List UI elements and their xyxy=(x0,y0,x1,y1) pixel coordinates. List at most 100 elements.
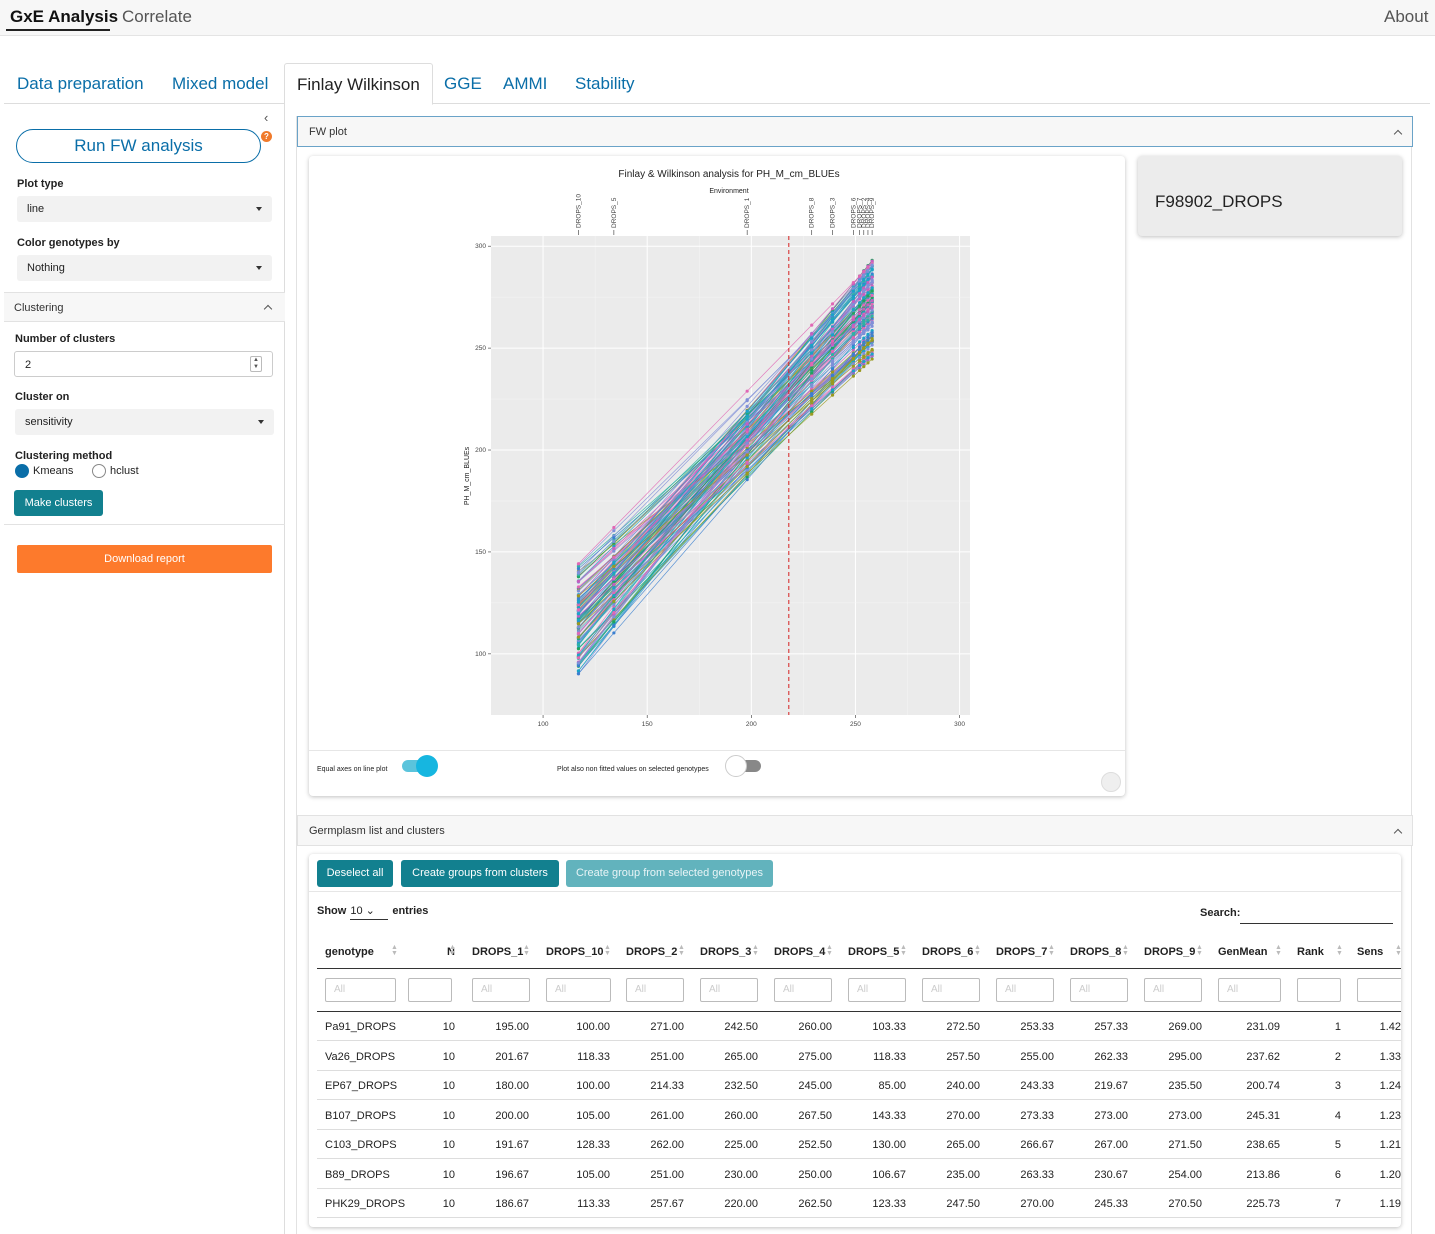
search-input[interactable] xyxy=(1240,923,1393,924)
sort-icon[interactable]: ▲ ▼ xyxy=(1122,944,1129,957)
fullscreen-icon[interactable] xyxy=(1101,772,1121,792)
radio-hclust[interactable]: hclust xyxy=(92,464,139,478)
nav-about-link[interactable]: About xyxy=(1384,7,1428,27)
column-header-drops-1[interactable]: DROPS_1 xyxy=(472,946,523,958)
tab-ammi[interactable]: AMMI xyxy=(503,74,547,94)
fw-line-chart[interactable]: Finlay & Wilkinson analysis for PH_M_cm_… xyxy=(309,156,1125,746)
sort-icon[interactable]: ▲ ▼ xyxy=(1395,944,1401,957)
sort-icon[interactable]: ▲ ▼ xyxy=(678,944,685,957)
sort-icon[interactable]: ▲ ▼ xyxy=(1048,944,1055,957)
clustering-section-header[interactable]: Clustering xyxy=(4,292,285,322)
column-filter-input[interactable]: All xyxy=(626,978,684,1002)
column-header-n[interactable]: N xyxy=(405,946,455,958)
column-header-drops-9[interactable]: DROPS_9 xyxy=(1144,946,1195,958)
germplasm-section-header[interactable]: Germplasm list and clusters xyxy=(297,815,1413,846)
column-filter-input[interactable]: All xyxy=(700,978,758,1002)
column-header-drops-8[interactable]: DROPS_8 xyxy=(1070,946,1121,958)
sort-icon[interactable]: ▲ ▼ xyxy=(604,944,611,957)
entries-select[interactable]: 10 ⌄ xyxy=(350,904,389,920)
genotype-point xyxy=(870,306,874,310)
equal-axes-switch[interactable] xyxy=(402,755,438,777)
column-header-drops-7[interactable]: DROPS_7 xyxy=(996,946,1047,958)
tab-finlay-wilkinson[interactable]: Finlay Wilkinson xyxy=(284,63,433,105)
column-filter-input[interactable]: All xyxy=(774,978,832,1002)
table-cell: B89_DROPS xyxy=(325,1168,390,1181)
table-row[interactable]: C103_DROPS 10 191.67 128.33 262.00 225.00 252.… xyxy=(317,1130,1401,1159)
table-row[interactable]: B107_DROPS 10 200.00 105.00 261.00 260.00 267.… xyxy=(317,1101,1401,1130)
column-filter-input[interactable]: All xyxy=(1218,978,1281,1002)
create-group-from-selected-button[interactable]: Create group from selected genotypes xyxy=(566,860,773,887)
column-header-rank[interactable]: Rank xyxy=(1297,946,1324,958)
nav-tab-gxe-analysis[interactable]: GxE Analysis xyxy=(10,7,118,27)
tab-stability[interactable]: Stability xyxy=(575,74,635,94)
column-filter-input[interactable] xyxy=(1297,978,1341,1002)
stepper-icon[interactable]: ▲ ▼ xyxy=(250,356,262,372)
make-clusters-button[interactable]: Make clusters xyxy=(14,490,103,516)
column-header-drops-4[interactable]: DROPS_4 xyxy=(774,946,825,958)
create-groups-from-clusters-button[interactable]: Create groups from clusters xyxy=(401,860,559,887)
sort-icon[interactable]: ▲ ▼ xyxy=(523,944,530,957)
radio-kmeans-label: Kmeans xyxy=(33,464,74,477)
run-fw-analysis-button[interactable]: Run FW analysis xyxy=(16,129,261,163)
column-header-drops-6[interactable]: DROPS_6 xyxy=(922,946,973,958)
sort-icon[interactable]: ▲ ▼ xyxy=(1275,944,1282,957)
plot-footer-divider xyxy=(309,750,1125,751)
table-cell: 1.20 xyxy=(1379,1168,1401,1181)
column-header-drops-10[interactable]: DROPS_10 xyxy=(546,946,603,958)
table-row[interactable]: Pa91_DROPS 10 195.00 100.00 271.00 242.50 260.… xyxy=(317,1012,1401,1041)
genotype-point xyxy=(810,383,814,387)
genotype-point xyxy=(870,263,874,267)
table-row[interactable]: Va26_DROPS 10 201.67 118.33 251.00 265.00 275.… xyxy=(317,1042,1401,1071)
cluster-on-select[interactable]: sensitivity xyxy=(15,409,274,435)
sort-icon[interactable]: ▲ ▼ xyxy=(826,944,833,957)
help-icon[interactable]: ? xyxy=(261,131,272,142)
fw-plot-header[interactable]: FW plot xyxy=(297,116,1413,147)
plot-type-select[interactable]: line xyxy=(17,196,272,222)
column-filter-input[interactable]: All xyxy=(472,978,530,1002)
deselect-all-button[interactable]: Deselect all xyxy=(317,860,393,887)
genotype-point xyxy=(866,356,870,360)
non-fitted-switch[interactable] xyxy=(725,755,761,777)
sort-icon[interactable]: ▲ ▼ xyxy=(900,944,907,957)
color-genotypes-select[interactable]: Nothing xyxy=(17,255,272,281)
column-header-drops-5[interactable]: DROPS_5 xyxy=(848,946,899,958)
switch-knob xyxy=(416,755,438,777)
nav-tab-correlate[interactable]: Correlate xyxy=(122,7,192,27)
column-header-sens[interactable]: Sens xyxy=(1357,946,1383,958)
column-filter-input[interactable]: All xyxy=(1144,978,1202,1002)
sort-icon[interactable]: ▲ ▼ xyxy=(391,944,398,957)
column-filter-input[interactable]: All xyxy=(1070,978,1128,1002)
column-filter-input[interactable]: All xyxy=(922,978,980,1002)
table-row[interactable]: EP67_DROPS 10 180.00 100.00 214.33 232.50 245.… xyxy=(317,1071,1401,1100)
download-report-button[interactable]: Download report xyxy=(17,545,272,573)
column-filter-input[interactable]: All xyxy=(848,978,906,1002)
genotype-point xyxy=(866,309,870,314)
table-row[interactable]: B89_DROPS 10 196.67 105.00 251.00 230.00 250.0… xyxy=(317,1160,1401,1189)
tab-mixed-model[interactable]: Mixed model xyxy=(172,74,268,94)
column-filter-input[interactable] xyxy=(408,978,452,1002)
sort-icon[interactable]: ▲ ▼ xyxy=(449,944,456,957)
genotype-point xyxy=(612,564,616,568)
radio-kmeans[interactable]: Kmeans xyxy=(15,464,73,478)
tab-gge[interactable]: GGE xyxy=(444,74,482,94)
column-header-genmean[interactable]: GenMean xyxy=(1218,946,1268,958)
column-filter-input[interactable] xyxy=(1357,978,1401,1002)
sort-icon[interactable]: ▲ ▼ xyxy=(974,944,981,957)
column-header-drops-2[interactable]: DROPS_2 xyxy=(626,946,677,958)
sort-icon[interactable]: ▲ ▼ xyxy=(752,944,759,957)
genotype-point xyxy=(862,303,866,307)
num-clusters-input[interactable]: 2 ▲ ▼ xyxy=(14,351,273,377)
table-cell: 130.00 xyxy=(872,1139,906,1151)
table-row[interactable]: PHK29_DROPS 10 186.67 113.33 257.67 220.00 262… xyxy=(317,1189,1401,1218)
table-cell: 1.24 xyxy=(1379,1080,1401,1092)
column-header-genotype[interactable]: genotype xyxy=(325,946,374,958)
column-filter-input[interactable]: All xyxy=(996,978,1054,1002)
sort-icon[interactable]: ▲ ▼ xyxy=(1336,944,1343,957)
sort-icon[interactable]: ▲ ▼ xyxy=(1196,944,1203,957)
column-filter-input[interactable]: All xyxy=(546,978,611,1002)
column-header-drops-3[interactable]: DROPS_3 xyxy=(700,946,751,958)
collapse-sidebar-icon[interactable]: ‹ xyxy=(264,110,268,125)
tab-data-preparation[interactable]: Data preparation xyxy=(17,74,144,94)
column-filter-input[interactable]: All xyxy=(325,978,396,1002)
genotype-point xyxy=(830,361,835,365)
